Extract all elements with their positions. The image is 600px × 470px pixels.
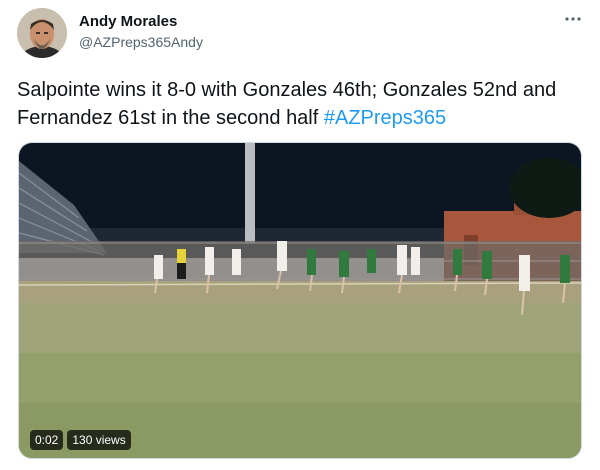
more-options-button[interactable] xyxy=(562,10,584,28)
hashtag-link[interactable]: #AZPreps365 xyxy=(324,107,446,129)
video-timestamp: 0:02 xyxy=(30,430,64,450)
video-badges: 0:02 130 views xyxy=(30,430,131,450)
avatar[interactable] xyxy=(17,8,67,58)
avatar-image xyxy=(17,8,67,58)
video-views: 130 views xyxy=(67,430,131,450)
author-handle[interactable]: @AZPreps365Andy xyxy=(79,34,203,50)
author-name[interactable]: Andy Morales xyxy=(79,13,177,30)
tweet-text: Salpointe wins it 8-0 with Gonzales 46th… xyxy=(17,76,587,132)
tweet-card: Andy Morales @AZPreps365Andy Salpointe w… xyxy=(0,0,600,470)
more-horizontal-icon xyxy=(565,17,581,21)
tweet-body: Salpointe wins it 8-0 with Gonzales 46th… xyxy=(17,79,557,129)
video-player[interactable]: 0:02 130 views xyxy=(18,142,582,459)
video-frame xyxy=(19,143,581,458)
